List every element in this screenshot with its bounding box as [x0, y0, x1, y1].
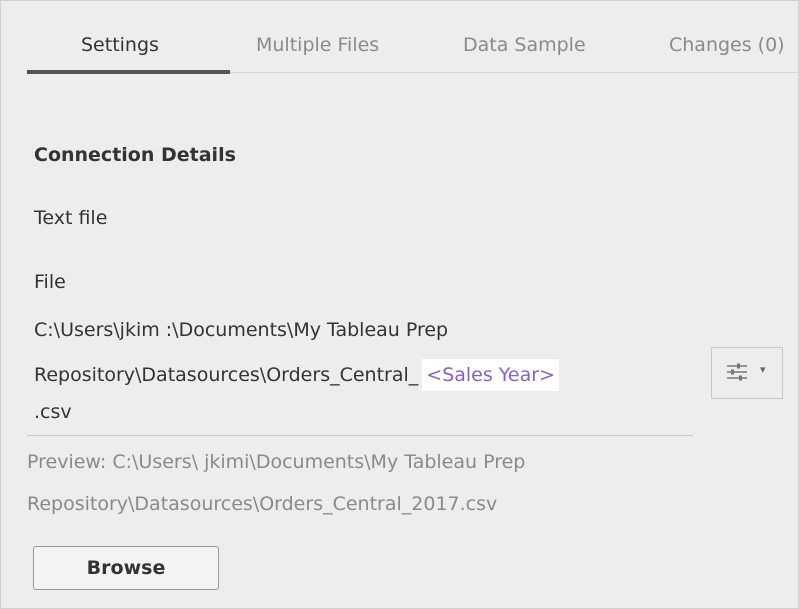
input-settings-panel: Settings Multiple Files Data Sample Chan…: [0, 0, 799, 609]
file-path-line-1: C:\Users\jkim :\Documents\My Tableau Pre…: [34, 319, 449, 341]
tab-data-sample[interactable]: Data Sample: [463, 34, 586, 56]
file-path-line-2: Repository\Datasources\Orders_Central_ <S…: [34, 359, 559, 391]
preview-divider: [27, 435, 693, 436]
file-path-prefix: Repository\Datasources\Orders_Central_: [34, 364, 419, 386]
tab-settings[interactable]: Settings: [81, 34, 159, 56]
parameter-chip-sales-year[interactable]: <Sales Year>: [422, 359, 559, 391]
file-label: File: [34, 271, 66, 293]
file-path-line-3: .csv: [34, 401, 72, 423]
tab-changes[interactable]: Changes (0): [669, 34, 785, 56]
preview-path-line-2: Repository\Datasources\Orders_Central_20…: [27, 493, 498, 515]
active-tab-indicator: [27, 70, 230, 74]
sliders-icon: [726, 362, 748, 386]
preview-path-line-1: Preview: C:\Users\ jkimi\Documents\My Ta…: [27, 451, 526, 473]
browse-button[interactable]: Browse: [33, 546, 219, 590]
connection-details-heading: Connection Details: [34, 144, 236, 166]
parameter-settings-button[interactable]: ▾: [711, 347, 783, 399]
chevron-down-icon: ▾: [760, 363, 766, 376]
tab-multiple-files[interactable]: Multiple Files: [256, 34, 379, 56]
connection-type: Text file: [34, 207, 108, 229]
